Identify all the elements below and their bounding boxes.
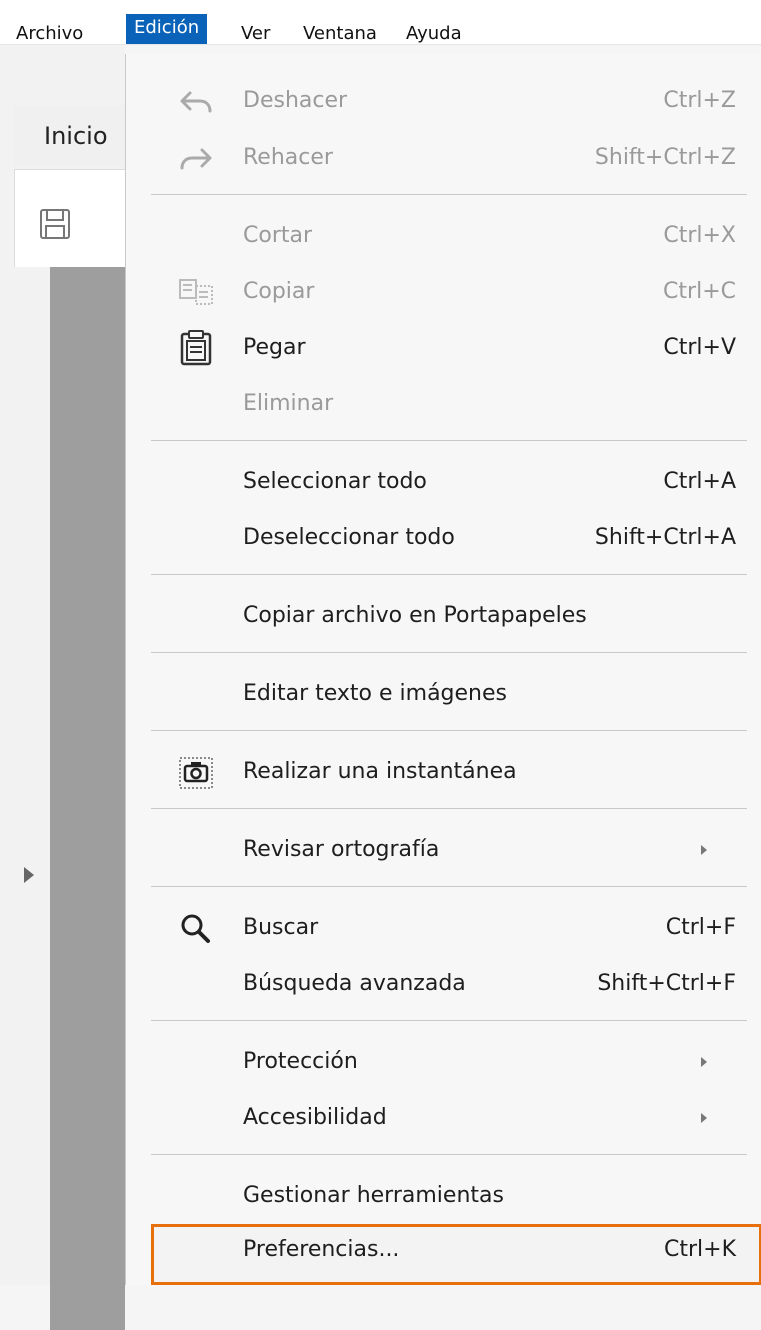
- edit-dropdown-menu: Deshacer Ctrl+Z Rehacer Shift+Ctrl+Z Cor…: [125, 54, 761, 1285]
- menu-item-gestionar-herramientas[interactable]: Gestionar herramientas: [126, 1170, 761, 1222]
- camera-icon: [179, 757, 213, 789]
- menu-ayuda[interactable]: Ayuda: [398, 14, 470, 54]
- menu-separator: [151, 886, 747, 887]
- menu-item-eliminar[interactable]: Eliminar: [126, 378, 761, 430]
- menu-item-label: Copiar archivo en Portapapeles: [243, 603, 587, 628]
- menu-separator: [151, 440, 747, 441]
- toolbar: [14, 169, 125, 267]
- menu-item-shortcut: Ctrl+K: [663, 1237, 736, 1262]
- menu-item-label: Cortar: [243, 223, 313, 248]
- menu-item-label: Realizar una instantánea: [243, 759, 517, 784]
- paste-icon: [180, 330, 212, 366]
- tab-inicio[interactable]: Inicio: [14, 105, 125, 167]
- menu-separator: [151, 1154, 747, 1155]
- menu-separator: [151, 194, 747, 195]
- submenu-arrow-icon: [701, 1057, 707, 1067]
- menu-separator: [151, 1020, 747, 1021]
- redo-icon: [180, 148, 212, 170]
- menu-separator: [151, 574, 747, 575]
- menu-item-shortcut: Shift+Ctrl+F: [597, 971, 736, 996]
- search-icon: [181, 914, 210, 943]
- menu-item-copiar-archivo[interactable]: Copiar archivo en Portapapeles: [126, 590, 761, 642]
- menu-item-label: Revisar ortografía: [243, 837, 440, 862]
- menu-item-label: Preferencias...: [243, 1237, 400, 1262]
- menu-item-shortcut: Ctrl+F: [665, 915, 736, 940]
- menu-separator: [151, 808, 747, 809]
- undo-icon: [180, 91, 212, 113]
- menu-item-label: Búsqueda avanzada: [243, 971, 466, 996]
- menu-item-preferencias[interactable]: Preferencias... Ctrl+K: [151, 1224, 761, 1285]
- menu-item-copiar[interactable]: Copiar Ctrl+C: [126, 266, 761, 318]
- app-left-pane: Inicio: [0, 45, 125, 1330]
- menu-ventana[interactable]: Ventana: [295, 14, 385, 54]
- submenu-arrow-icon: [701, 845, 707, 855]
- menu-item-label: Rehacer: [243, 145, 333, 170]
- menu-separator: [151, 730, 747, 731]
- menu-item-label: Eliminar: [243, 391, 334, 416]
- menu-item-cortar[interactable]: Cortar Ctrl+X: [126, 210, 761, 262]
- menu-item-shortcut: Ctrl+X: [663, 223, 736, 248]
- menu-edicion[interactable]: Edición: [126, 14, 208, 44]
- menu-item-label: Accesibilidad: [243, 1105, 387, 1130]
- menu-item-label: Protección: [243, 1049, 358, 1074]
- menu-item-label: Deshacer: [243, 88, 348, 113]
- menu-separator: [151, 652, 747, 653]
- menu-item-instantanea[interactable]: Realizar una instantánea: [126, 746, 761, 798]
- menu-item-proteccion[interactable]: Protección: [126, 1036, 761, 1088]
- menu-item-shortcut: Ctrl+V: [663, 335, 736, 360]
- menu-item-shortcut: Shift+Ctrl+A: [594, 525, 736, 550]
- menu-item-label: Editar texto e imágenes: [243, 681, 507, 706]
- document-area: [50, 267, 125, 1330]
- save-icon[interactable]: [37, 206, 73, 242]
- menu-item-label: Gestionar herramientas: [243, 1183, 504, 1208]
- menu-bar: Archivo Edición Ver Ventana Ayuda: [0, 0, 761, 45]
- menu-item-buscar[interactable]: Buscar Ctrl+F: [126, 902, 761, 954]
- menu-item-editar-texto[interactable]: Editar texto e imágenes: [126, 668, 761, 720]
- menu-item-busqueda-avanzada[interactable]: Búsqueda avanzada Shift+Ctrl+F: [126, 958, 761, 1010]
- menu-item-shortcut: Ctrl+A: [663, 469, 736, 494]
- menu-item-label: Copiar: [243, 279, 315, 304]
- menu-item-pegar[interactable]: Pegar Ctrl+V: [126, 322, 761, 374]
- menu-item-shortcut: Shift+Ctrl+Z: [594, 145, 736, 170]
- submenu-arrow-icon: [701, 1113, 707, 1123]
- menu-item-label: Seleccionar todo: [243, 469, 427, 494]
- menu-item-deseleccionar-todo[interactable]: Deseleccionar todo Shift+Ctrl+A: [126, 512, 761, 564]
- expand-arrow-icon[interactable]: [24, 867, 34, 883]
- menu-item-shortcut: Ctrl+C: [663, 279, 736, 304]
- menu-item-accesibilidad[interactable]: Accesibilidad: [126, 1092, 761, 1144]
- menu-item-deshacer[interactable]: Deshacer Ctrl+Z: [126, 75, 761, 127]
- menu-item-rehacer[interactable]: Rehacer Shift+Ctrl+Z: [126, 132, 761, 184]
- menu-item-label: Pegar: [243, 335, 306, 360]
- menu-item-label: Buscar: [243, 915, 319, 940]
- menu-item-seleccionar-todo[interactable]: Seleccionar todo Ctrl+A: [126, 456, 761, 508]
- copy-icon: [179, 279, 213, 305]
- menu-item-shortcut: Ctrl+Z: [663, 88, 736, 113]
- menu-item-revisar-ortografia[interactable]: Revisar ortografía: [126, 824, 761, 876]
- menu-item-label: Deseleccionar todo: [243, 525, 455, 550]
- menu-ver[interactable]: Ver: [233, 14, 278, 54]
